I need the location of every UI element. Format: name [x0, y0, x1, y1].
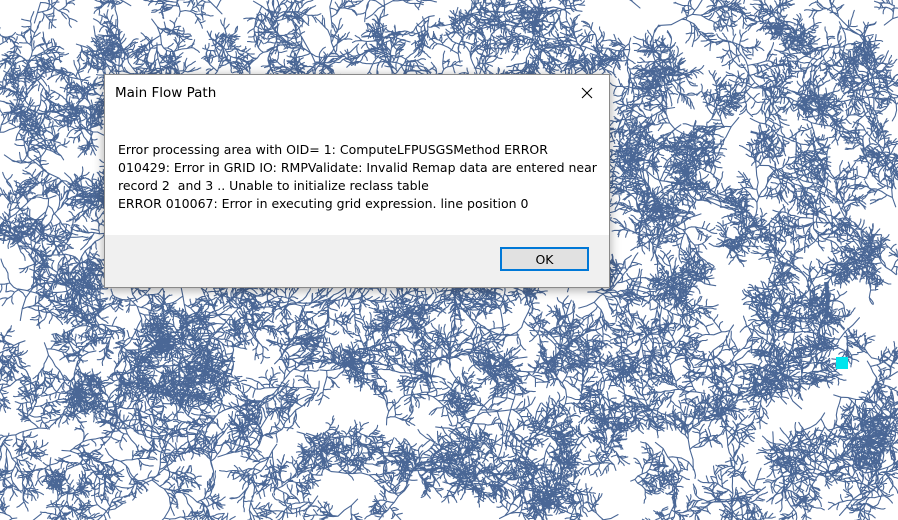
error-dialog: Main Flow Path Error processing area wit…: [104, 74, 610, 288]
dialog-title: Main Flow Path: [115, 85, 216, 101]
dialog-titlebar[interactable]: Main Flow Path: [105, 75, 609, 113]
outlet-point[interactable]: [836, 357, 848, 369]
error-message: Error processing area with OID= 1: Compu…: [118, 141, 598, 213]
ok-button[interactable]: OK: [500, 247, 589, 271]
dialog-footer: OK: [105, 235, 609, 287]
close-button[interactable]: [565, 75, 609, 111]
close-icon: [581, 87, 593, 99]
main-channel: [826, 282, 828, 318]
